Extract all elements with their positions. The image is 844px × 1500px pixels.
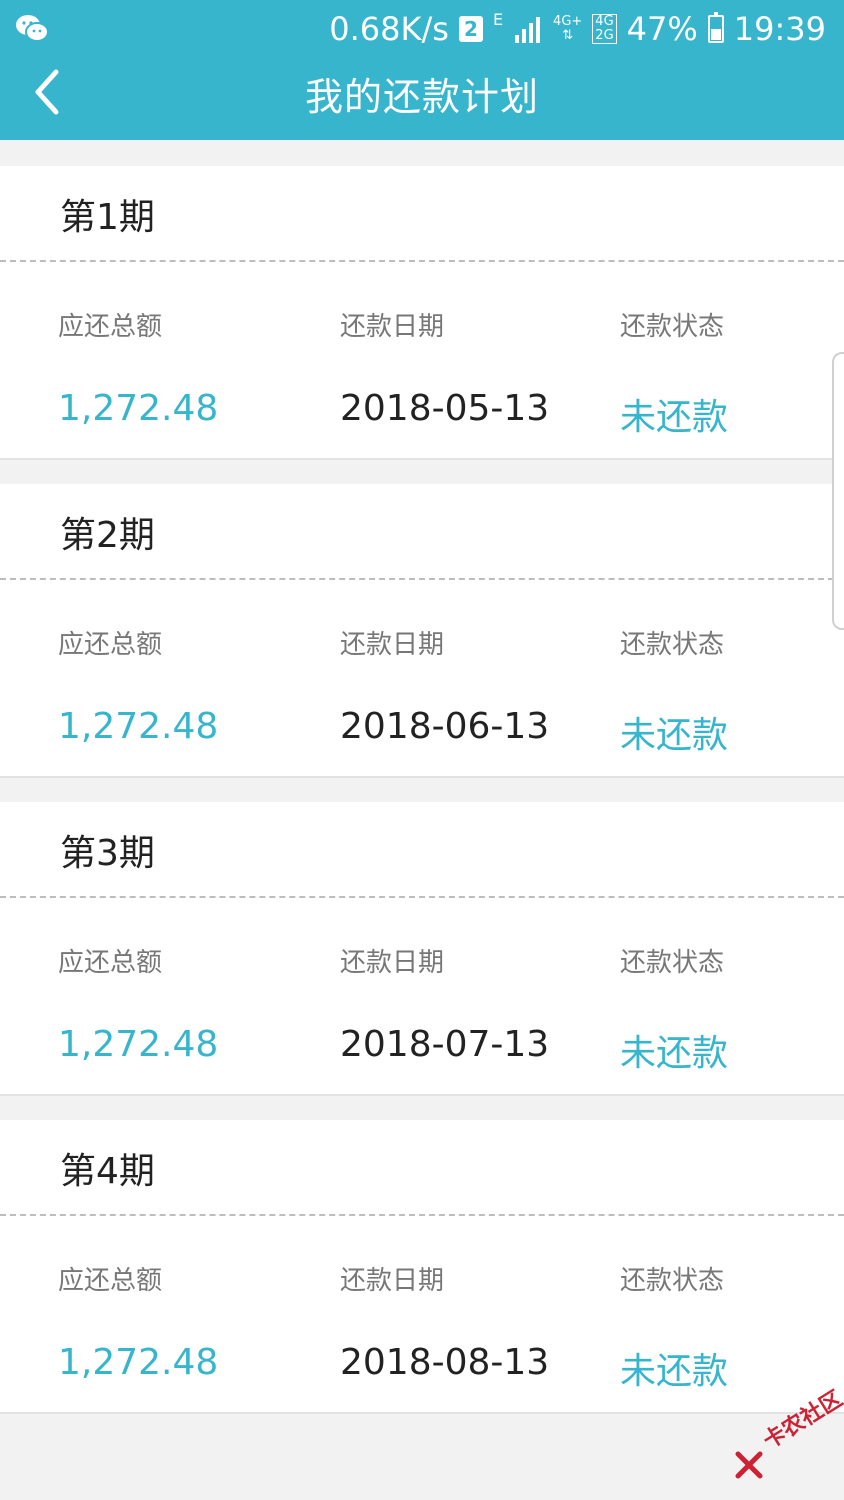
network-dual-label: 4G 2G <box>592 14 617 44</box>
network-2g-text: 2G <box>595 28 614 43</box>
network-4g-plus-label: 4G+ ⇅ <box>553 14 583 43</box>
date-value: 2018-08-13 <box>340 1342 550 1383</box>
amount-label: 应还总额 <box>58 948 163 978</box>
battery-percent: 47% <box>626 10 698 48</box>
amount-value: 1,272.48 <box>58 388 219 429</box>
network-4g-text: 4G <box>595 14 614 29</box>
amount-value: 1,272.48 <box>58 1342 219 1383</box>
dashed-divider <box>0 1214 844 1216</box>
dashed-divider <box>0 260 844 262</box>
period-title: 第2期 <box>60 515 155 556</box>
date-value: 2018-07-13 <box>340 1024 550 1065</box>
status-label: 还款状态 <box>620 948 725 978</box>
repayment-plan-list: 第1期 应还总额 还款日期 还款状态 1,272.48 2018-05-13 未… <box>0 166 844 1438</box>
date-value: 2018-05-13 <box>340 388 550 429</box>
date-label: 还款日期 <box>340 630 445 660</box>
network-speed: 0.68K/s <box>329 10 449 48</box>
period-title: 第3期 <box>60 833 155 874</box>
status-label: 还款状态 <box>620 312 725 342</box>
amount-label: 应还总额 <box>58 630 163 660</box>
sim-slot-badge: 2 <box>458 16 483 42</box>
network-type-e: E <box>492 10 504 29</box>
clock: 19:39 <box>733 10 826 48</box>
dashed-divider <box>0 578 844 580</box>
page-title: 我的还款计划 <box>304 75 539 119</box>
network-4g-plus-text: 4G+ <box>553 14 583 29</box>
amount-value: 1,272.48 <box>58 706 219 747</box>
app-header: 0.68K/s 2 E 4G+ ⇅ 4G 2G 47% 19:39 我的还款计划 <box>0 0 844 140</box>
battery-icon <box>707 12 724 43</box>
date-label: 还款日期 <box>340 312 445 342</box>
status-label: 还款状态 <box>620 630 725 660</box>
wechat-icon <box>16 15 49 42</box>
edge-panel-handle[interactable] <box>832 352 844 630</box>
period-title: 第1期 <box>60 197 155 238</box>
status-value: 未还款 <box>620 1033 729 1074</box>
amount-value: 1,272.48 <box>58 1024 219 1065</box>
date-label: 还款日期 <box>340 948 445 978</box>
amount-label: 应还总额 <box>58 1266 163 1296</box>
plan-card: 第2期 应还总额 还款日期 还款状态 1,272.48 2018-06-13 未… <box>0 484 844 778</box>
plan-card: 第4期 应还总额 还款日期 还款状态 1,272.48 2018-08-13 未… <box>0 1120 844 1414</box>
dashed-divider <box>0 896 844 898</box>
status-value: 未还款 <box>620 1351 729 1392</box>
nav-bar: 我的还款计划 <box>0 58 844 140</box>
plan-card: 第3期 应还总额 还款日期 还款状态 1,272.48 2018-07-13 未… <box>0 802 844 1096</box>
status-bar: 0.68K/s 2 E 4G+ ⇅ 4G 2G 47% 19:39 <box>0 0 844 58</box>
amount-label: 应还总额 <box>58 312 163 342</box>
status-value: 未还款 <box>620 715 729 756</box>
status-label: 还款状态 <box>620 1266 725 1296</box>
plan-card: 第1期 应还总额 还款日期 还款状态 1,272.48 2018-05-13 未… <box>0 166 844 460</box>
status-indicators: 0.68K/s 2 E 4G+ ⇅ 4G 2G 47% 19:39 <box>329 8 826 50</box>
signal-icon <box>515 17 541 43</box>
date-label: 还款日期 <box>340 1266 445 1296</box>
period-title: 第4期 <box>60 1151 155 1192</box>
watermark-logo-icon <box>735 1451 763 1479</box>
date-value: 2018-06-13 <box>340 706 550 747</box>
status-value: 未还款 <box>620 397 729 438</box>
watermark: 卡农社区 <box>734 1386 844 1484</box>
